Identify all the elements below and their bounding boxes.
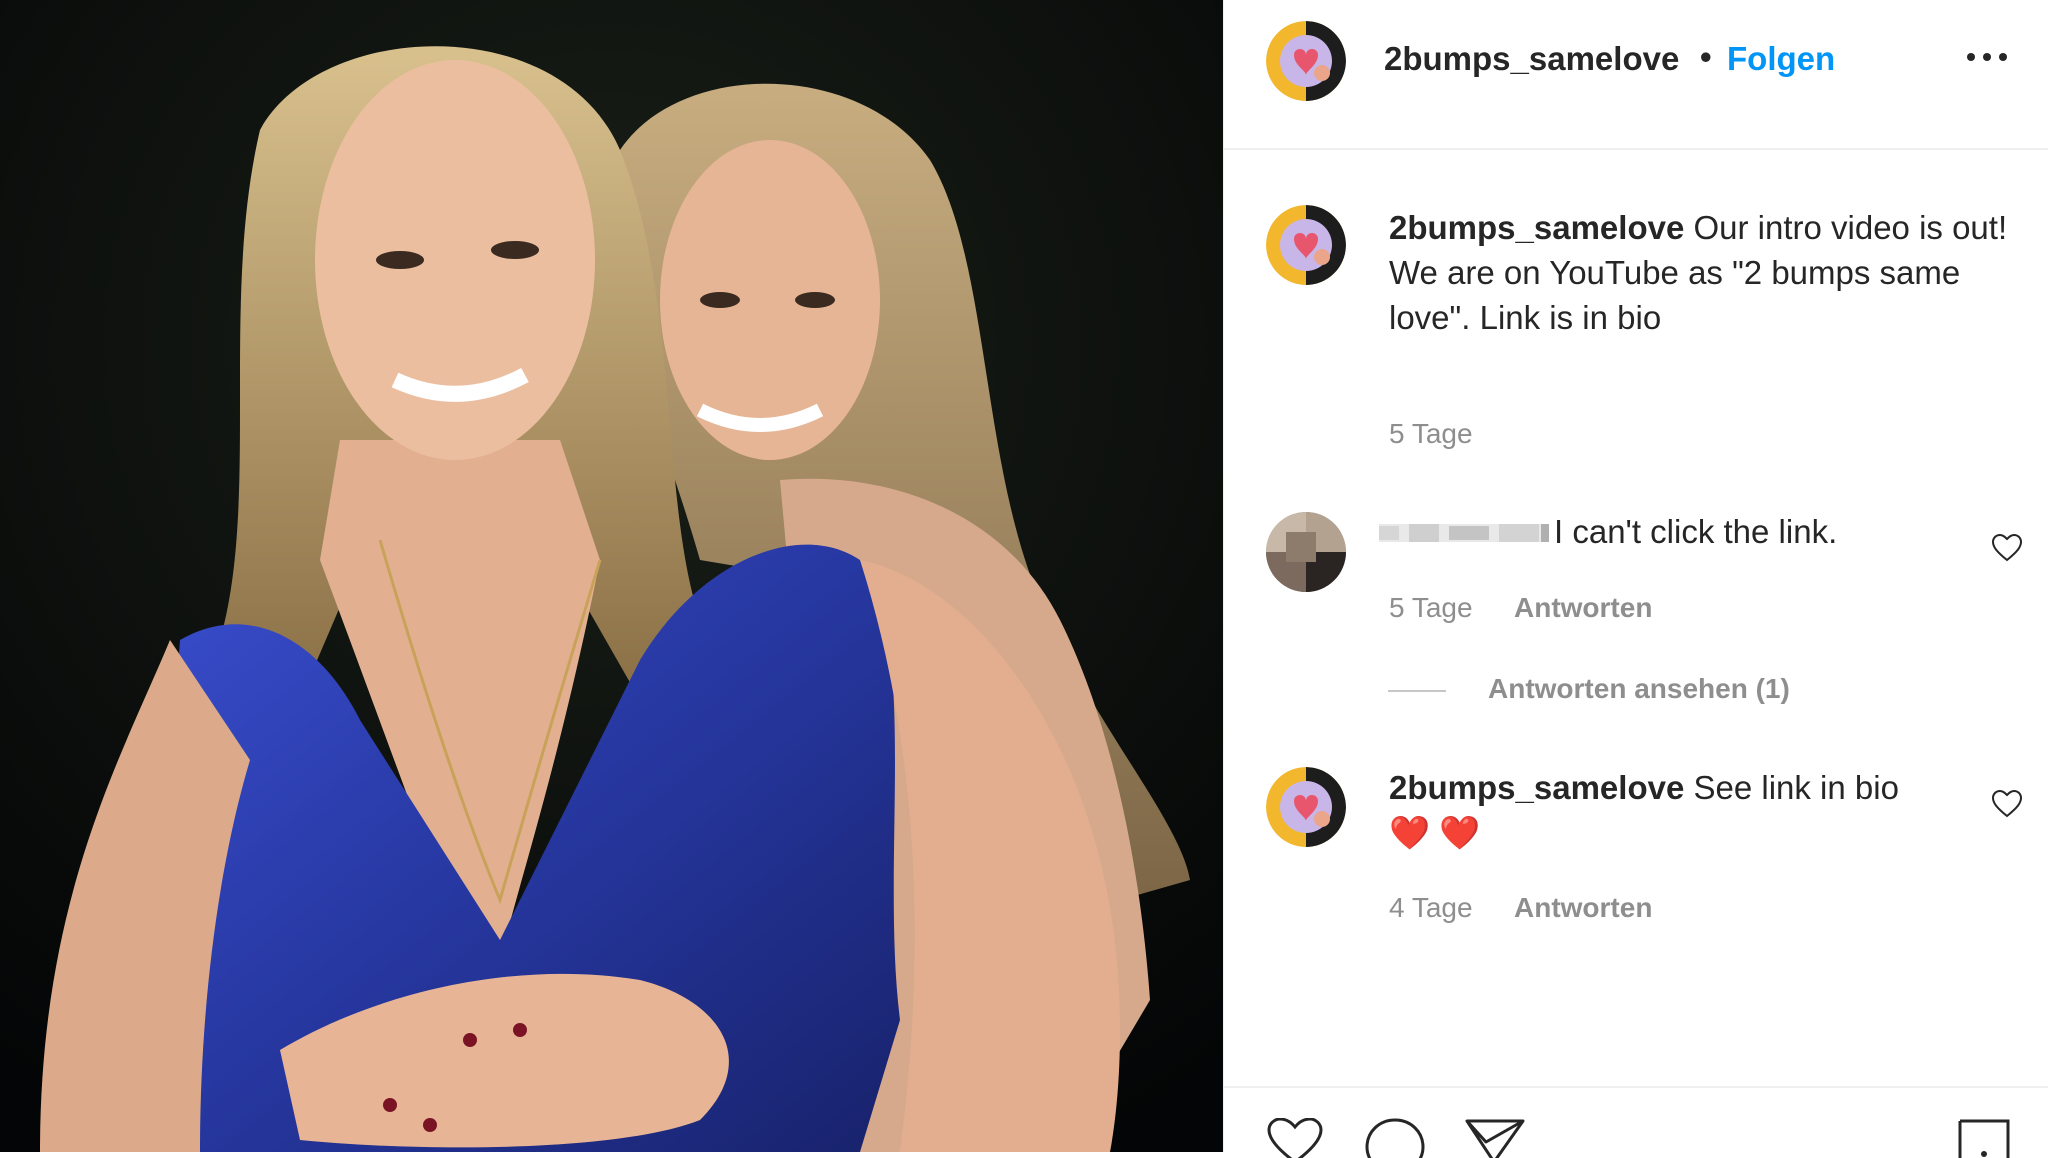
photo-illustration [0,0,1223,1152]
commenter-username-blurred[interactable] [1379,518,1549,548]
separator-dot: • [1700,38,1712,75]
post-header: 2bumps_samelove • Folgen [1224,0,2048,150]
reply-author-avatar-image [1266,767,1346,847]
commenter-avatar-blurred [1266,512,1346,592]
heart-icon[interactable] [1266,1118,1324,1158]
reply-author-avatar[interactable] [1266,767,1346,847]
follow-button[interactable]: Folgen [1727,40,1835,78]
reply-button[interactable]: Antworten [1514,592,1652,624]
comment-icon[interactable] [1364,1118,1426,1158]
caption-username[interactable]: 2bumps_samelove [1389,209,1684,246]
commenter-avatar[interactable] [1266,512,1346,592]
caption-line1: Our intro video is out! [1684,209,2008,246]
reply-button[interactable]: Antworten [1514,892,1652,924]
caption-avatar[interactable] [1266,205,1346,285]
view-replies-label: Antworten ansehen (1) [1488,673,1790,704]
comment-text: 2bumps_samelove See link in bio ❤️ ❤️ [1389,765,1989,855]
author-avatar-image [1266,21,1346,101]
comment-text: I can't click the link. [1554,513,1838,550]
author-avatar[interactable] [1266,21,1346,101]
comment-time[interactable]: 4 Tage [1389,892,1473,924]
bookmark-icon[interactable] [1957,1118,2011,1158]
share-icon[interactable] [1464,1118,1526,1158]
post-photo[interactable] [0,0,1223,1152]
post-detail-panel: 2bumps_samelove • Folgen 2bumps_samelove… [1223,0,2048,1158]
comment-body: See link in bio [1684,769,1899,806]
caption-time[interactable]: 5 Tage [1389,418,1473,450]
heart-emoji: ❤️ ❤️ [1389,814,1481,851]
comment-like-heart-icon[interactable] [1991,789,2023,819]
comment-like-heart-icon[interactable] [1991,533,2023,563]
caption-line2: We are on YouTube as "2 bumps same love"… [1389,254,1961,336]
post-actions-bar [1224,1086,2048,1158]
view-replies-line [1388,690,1446,692]
comment-time[interactable]: 5 Tage [1389,592,1473,624]
comment-username[interactable]: 2bumps_samelove [1389,769,1684,806]
caption-avatar-image [1266,205,1346,285]
author-username[interactable]: 2bumps_samelove [1384,40,1679,78]
caption-text: 2bumps_samelove Our intro video is out! … [1389,205,2019,340]
more-horizontal-icon[interactable] [1967,48,2013,66]
